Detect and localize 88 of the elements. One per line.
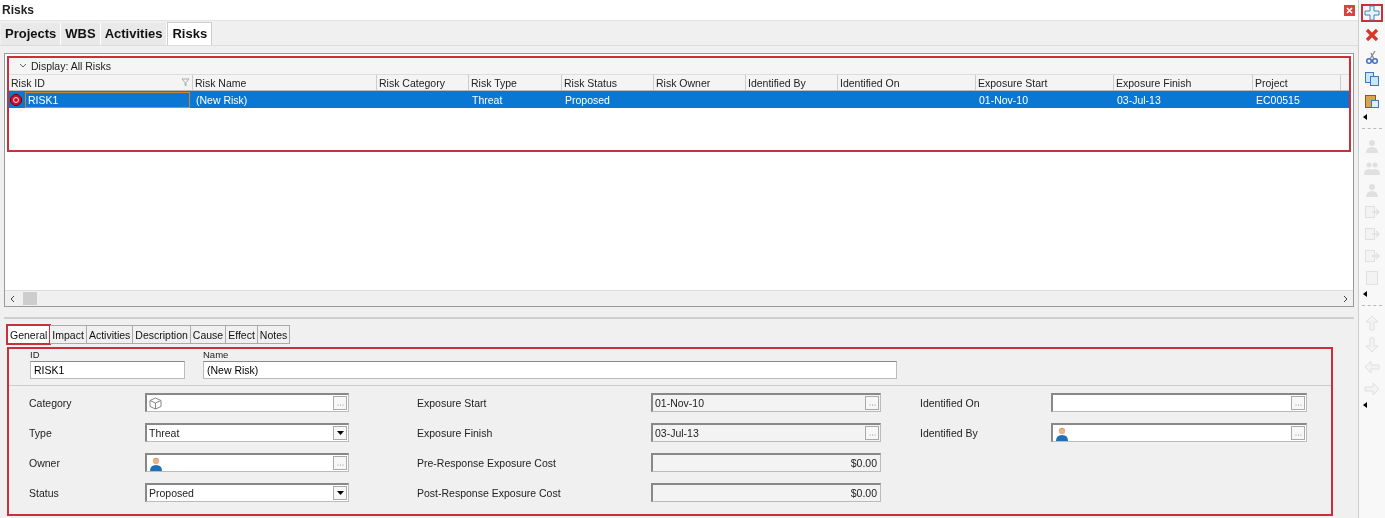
- column-header[interactable]: Exposure Finish: [1114, 75, 1253, 90]
- field-label: Exposure Finish: [417, 426, 494, 439]
- input-field[interactable]: 01-Nov-10: [651, 393, 881, 412]
- input-field[interactable]: $0.00: [651, 483, 881, 502]
- field-label: ID: [30, 349, 41, 360]
- id-field[interactable]: RISK1: [30, 361, 185, 379]
- tab[interactable]: Projects: [1, 23, 62, 45]
- column-header[interactable]: Risk Type: [469, 75, 562, 90]
- field-label: Exposure Start: [417, 396, 488, 409]
- filter-icon[interactable]: [181, 78, 190, 87]
- browse-button[interactable]: [333, 456, 347, 470]
- field-value: $0.00: [850, 487, 878, 499]
- column-header[interactable]: Identified On: [838, 75, 976, 90]
- tab[interactable]: General: [7, 325, 51, 344]
- tab[interactable]: Effect: [226, 325, 258, 344]
- chevron-icon: [19, 63, 27, 69]
- field-label: Name: [203, 349, 230, 360]
- dropdown-arrow-button[interactable]: [333, 426, 347, 440]
- tab[interactable]: Cause: [190, 325, 227, 344]
- dropdown[interactable]: Proposed: [145, 483, 349, 502]
- risk-icon: [10, 93, 22, 106]
- input-field[interactable]: [1051, 423, 1307, 442]
- tab[interactable]: Activities: [100, 23, 168, 45]
- column-header[interactable]: Project: [1253, 75, 1341, 90]
- name-field[interactable]: (New Risk): [203, 361, 897, 379]
- table-row[interactable]: RISK1 (New Risk) Threat Proposed 01-Nov-10 03-Jul-13 EC00515: [9, 91, 1349, 108]
- scroll-right-icon[interactable]: [1341, 294, 1349, 303]
- window-title: Risks: [2, 3, 36, 17]
- browse-button[interactable]: [1291, 426, 1305, 440]
- field-label: Owner: [29, 456, 61, 469]
- field-label: Status: [29, 486, 60, 499]
- column-header[interactable]: Risk Category: [377, 75, 469, 90]
- browse-button[interactable]: [865, 396, 879, 410]
- dropdown-arrow-button[interactable]: [333, 486, 347, 500]
- tab[interactable]: Notes: [257, 325, 291, 344]
- tab[interactable]: Risks: [167, 22, 213, 45]
- caret-icon: [336, 431, 344, 435]
- more-icon[interactable]: [1363, 402, 1367, 408]
- column-header[interactable]: Risk Owner: [654, 75, 746, 90]
- field-label: Identified By: [920, 426, 979, 439]
- column-header[interactable]: Risk ID: [9, 75, 193, 90]
- input-field[interactable]: 03-Jul-13: [651, 423, 881, 442]
- table-cell: (New Risk): [196, 93, 248, 106]
- person-icon: [1055, 425, 1069, 441]
- table-cell: Proposed: [565, 93, 610, 106]
- more-icon[interactable]: [1363, 291, 1367, 297]
- column-header[interactable]: Risk Name: [193, 75, 377, 90]
- add-button[interactable]: [1361, 4, 1383, 22]
- field-label: Post-Response Exposure Cost: [417, 486, 562, 499]
- tab[interactable]: WBS: [61, 23, 101, 45]
- field-label: Type: [29, 426, 53, 439]
- input-field[interactable]: $0.00: [651, 453, 881, 472]
- field-value: Threat: [149, 427, 180, 439]
- horizontal-scrollbar[interactable]: [5, 290, 1353, 306]
- field-label: Category: [29, 396, 73, 409]
- cube-icon: [149, 396, 162, 410]
- column-header[interactable]: Risk Status: [562, 75, 654, 90]
- close-button[interactable]: [1344, 4, 1355, 16]
- tab[interactable]: Description: [133, 325, 191, 344]
- more-icon[interactable]: [1363, 114, 1367, 120]
- table-cell: 03-Jul-13: [1117, 93, 1161, 106]
- browse-button[interactable]: [865, 426, 879, 440]
- person-icon: [149, 455, 163, 471]
- field-value: 01-Nov-10: [655, 397, 705, 409]
- close-icon: [1346, 6, 1353, 14]
- tab[interactable]: Activities: [86, 325, 134, 344]
- table-cell: RISK1: [25, 91, 190, 108]
- input-field[interactable]: [1051, 393, 1307, 412]
- browse-button[interactable]: [333, 396, 347, 410]
- table-cell: EC00515: [1256, 93, 1300, 106]
- browse-button[interactable]: [1291, 396, 1305, 410]
- input-field[interactable]: [145, 453, 349, 472]
- dropdown[interactable]: Threat: [145, 423, 349, 442]
- input-field[interactable]: [145, 393, 349, 412]
- column-header[interactable]: Identified By: [746, 75, 838, 90]
- field-value: 03-Jul-13: [655, 427, 699, 439]
- scroll-thumb[interactable]: [23, 292, 37, 305]
- table-cell: Threat: [472, 93, 503, 106]
- field-label: Pre-Response Exposure Cost: [417, 456, 557, 469]
- table-cell: 01-Nov-10: [979, 93, 1029, 106]
- caret-icon: [336, 491, 344, 495]
- tab[interactable]: Impact: [50, 325, 87, 344]
- column-header[interactable]: Exposure Start: [976, 75, 1114, 90]
- field-value: Proposed: [149, 487, 194, 499]
- field-label: Identified On: [920, 396, 981, 409]
- field-value: $0.00: [850, 457, 878, 469]
- scroll-left-icon[interactable]: [9, 294, 17, 303]
- display-filter[interactable]: Display: All Risks: [31, 60, 111, 72]
